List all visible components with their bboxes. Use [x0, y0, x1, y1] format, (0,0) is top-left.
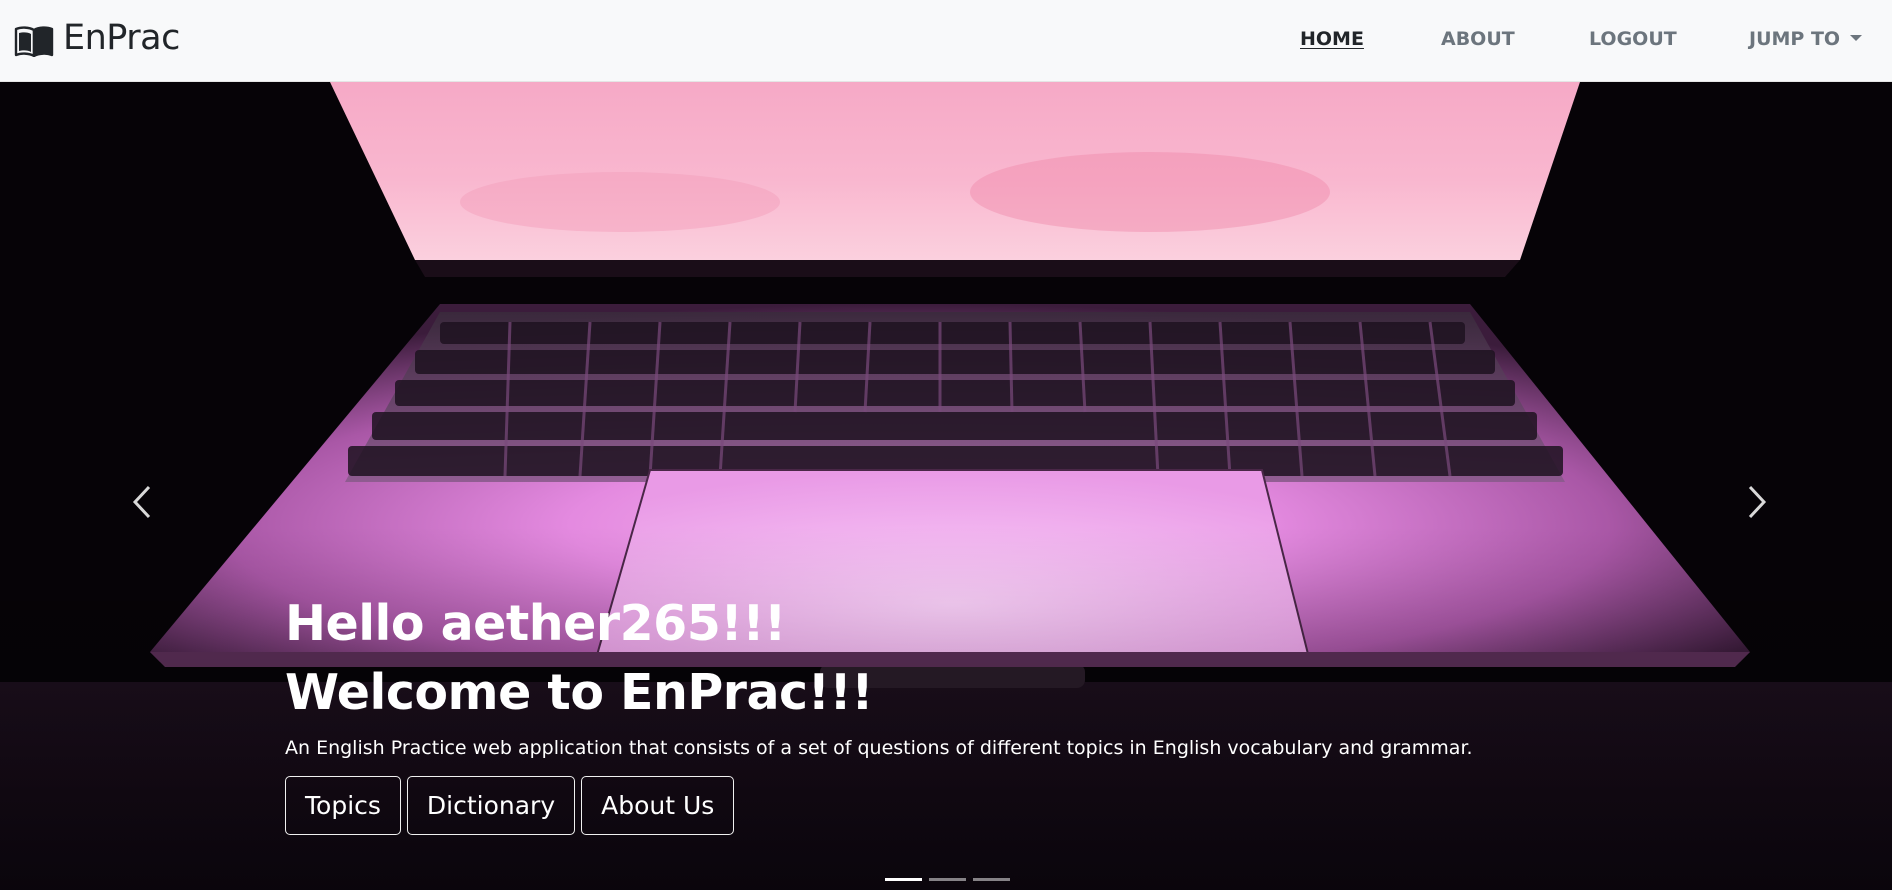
- chevron-right-icon: [1748, 485, 1767, 519]
- about-us-button[interactable]: About Us: [581, 776, 735, 835]
- carousel-next-button[interactable]: [1737, 477, 1777, 527]
- navbar: EnPrac HOME ABOUT LOGOUT JUMP TO: [0, 0, 1892, 82]
- carousel-caption: Hello aether265!!! Welcome to EnPrac!!! …: [285, 594, 1473, 835]
- carousel-prev-button[interactable]: [122, 477, 162, 527]
- nav-about[interactable]: ABOUT: [1441, 28, 1515, 50]
- book-icon: [14, 25, 54, 57]
- caret-down-icon: [1850, 34, 1863, 41]
- nav-logout[interactable]: LOGOUT: [1589, 28, 1677, 50]
- carousel-indicator-2[interactable]: [929, 878, 966, 881]
- nav-jump-to-dropdown[interactable]: JUMP TO: [1749, 28, 1863, 50]
- carousel-indicator-1[interactable]: [885, 878, 922, 881]
- hero-carousel: Hello aether265!!! Welcome to EnPrac!!! …: [0, 82, 1892, 890]
- chevron-left-icon: [132, 485, 151, 519]
- nav-home[interactable]: HOME: [1300, 28, 1364, 50]
- nav-jump-to-label: JUMP TO: [1749, 28, 1841, 50]
- carousel-indicators: [885, 878, 1017, 881]
- brand-link[interactable]: EnPrac: [14, 0, 180, 82]
- greeting-heading: Hello aether265!!!: [285, 594, 1473, 654]
- caption-buttons: Topics Dictionary About Us: [285, 776, 1473, 835]
- greeting-suffix: !!!: [720, 595, 786, 652]
- brand-name: EnPrac: [63, 17, 180, 58]
- topics-button[interactable]: Topics: [285, 776, 401, 835]
- welcome-heading: Welcome to EnPrac!!!: [285, 664, 874, 721]
- dictionary-button[interactable]: Dictionary: [406, 776, 576, 835]
- username: aether265: [440, 595, 721, 652]
- app-description: An English Practice web application that…: [285, 737, 1473, 759]
- greeting-prefix: Hello: [285, 595, 441, 652]
- carousel-indicator-3[interactable]: [973, 878, 1010, 881]
